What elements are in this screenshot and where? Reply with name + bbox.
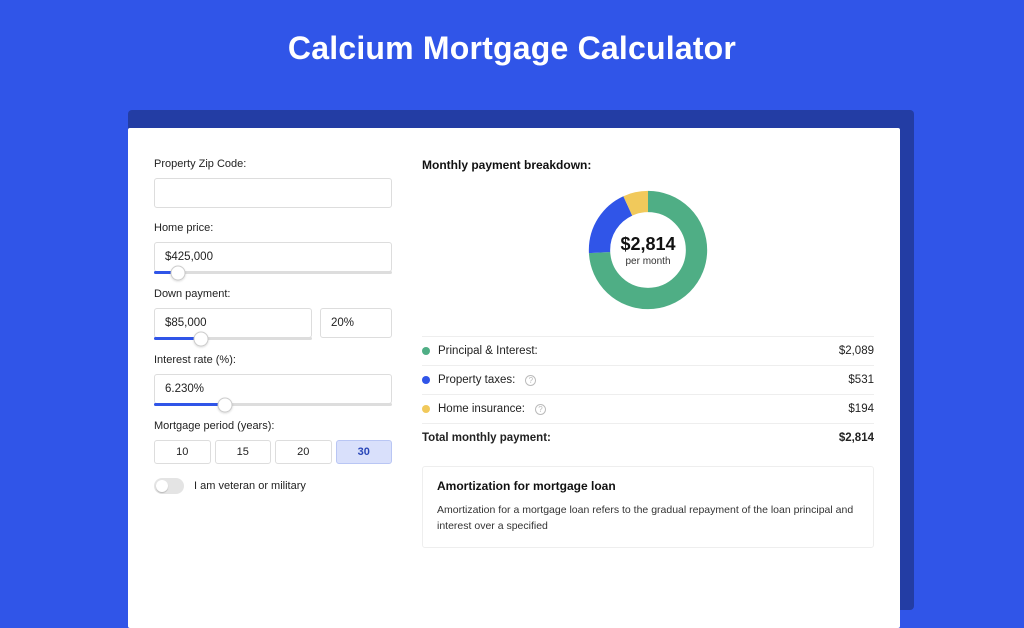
down-payment-amount-input[interactable] <box>154 308 312 338</box>
legend-label-tax: Property taxes: <box>438 374 515 386</box>
info-icon[interactable]: ? <box>525 375 536 386</box>
period-btn-10[interactable]: 10 <box>154 440 211 464</box>
donut-sub: per month <box>625 256 670 267</box>
down-payment-slider-thumb[interactable] <box>194 331 209 346</box>
page-title: Calcium Mortgage Calculator <box>0 0 1024 87</box>
home-price-slider-thumb[interactable] <box>170 265 185 280</box>
zip-input[interactable] <box>154 178 392 208</box>
period-btn-20[interactable]: 20 <box>275 440 332 464</box>
home-price-slider[interactable] <box>154 271 392 274</box>
legend-label-ins: Home insurance: <box>438 403 525 415</box>
home-price-group: Home price: <box>154 222 392 274</box>
down-payment-group: Down payment: <box>154 288 392 340</box>
interest-slider[interactable] <box>154 403 392 406</box>
legend-label-pi: Principal & Interest: <box>438 345 538 357</box>
legend-row-tax: Property taxes: ? $531 <box>422 365 874 394</box>
legend-value-pi: $2,089 <box>839 345 874 357</box>
legend-row-total: Total monthly payment: $2,814 <box>422 423 874 452</box>
period-group: Mortgage period (years): 10 15 20 30 <box>154 420 392 464</box>
period-label: Mortgage period (years): <box>154 420 392 432</box>
period-buttons: 10 15 20 30 <box>154 440 392 464</box>
interest-input[interactable] <box>154 374 392 404</box>
amortization-title: Amortization for mortgage loan <box>437 479 859 493</box>
period-btn-30[interactable]: 30 <box>336 440 393 464</box>
home-price-input[interactable] <box>154 242 392 272</box>
period-btn-15[interactable]: 15 <box>215 440 272 464</box>
down-payment-label: Down payment: <box>154 288 392 300</box>
down-payment-slider[interactable] <box>154 337 312 340</box>
interest-group: Interest rate (%): <box>154 354 392 406</box>
legend-dot-tax <box>422 376 430 384</box>
donut-wrap: $2,814 per month <box>422 186 874 314</box>
interest-slider-thumb[interactable] <box>218 397 233 412</box>
amortization-text: Amortization for a mortgage loan refers … <box>437 503 859 535</box>
legend-row-ins: Home insurance: ? $194 <box>422 394 874 423</box>
donut-amount: $2,814 <box>620 234 675 255</box>
veteran-toggle[interactable] <box>154 478 184 494</box>
zip-field-group: Property Zip Code: <box>154 158 392 208</box>
interest-label: Interest rate (%): <box>154 354 392 366</box>
legend-dot-pi <box>422 347 430 355</box>
info-icon[interactable]: ? <box>535 404 546 415</box>
legend-row-pi: Principal & Interest: $2,089 <box>422 336 874 365</box>
veteran-label: I am veteran or military <box>194 480 306 492</box>
veteran-toggle-knob <box>156 480 168 492</box>
veteran-toggle-row: I am veteran or military <box>154 478 392 494</box>
breakdown-title: Monthly payment breakdown: <box>422 158 874 172</box>
payment-donut: $2,814 per month <box>584 186 712 314</box>
legend-dot-ins <box>422 405 430 413</box>
calculator-panel: Property Zip Code: Home price: Down paym… <box>128 128 900 628</box>
legend-value-total: $2,814 <box>839 432 874 444</box>
amortization-box: Amortization for mortgage loan Amortizat… <box>422 466 874 548</box>
inputs-column: Property Zip Code: Home price: Down paym… <box>154 158 392 598</box>
down-payment-pct-input[interactable] <box>320 308 392 338</box>
legend-value-tax: $531 <box>848 374 874 386</box>
breakdown-column: Monthly payment breakdown: $2,814 per mo… <box>422 158 874 598</box>
donut-center: $2,814 per month <box>584 186 712 314</box>
home-price-label: Home price: <box>154 222 392 234</box>
legend-label-total: Total monthly payment: <box>422 432 551 444</box>
zip-label: Property Zip Code: <box>154 158 392 170</box>
legend-value-ins: $194 <box>848 403 874 415</box>
